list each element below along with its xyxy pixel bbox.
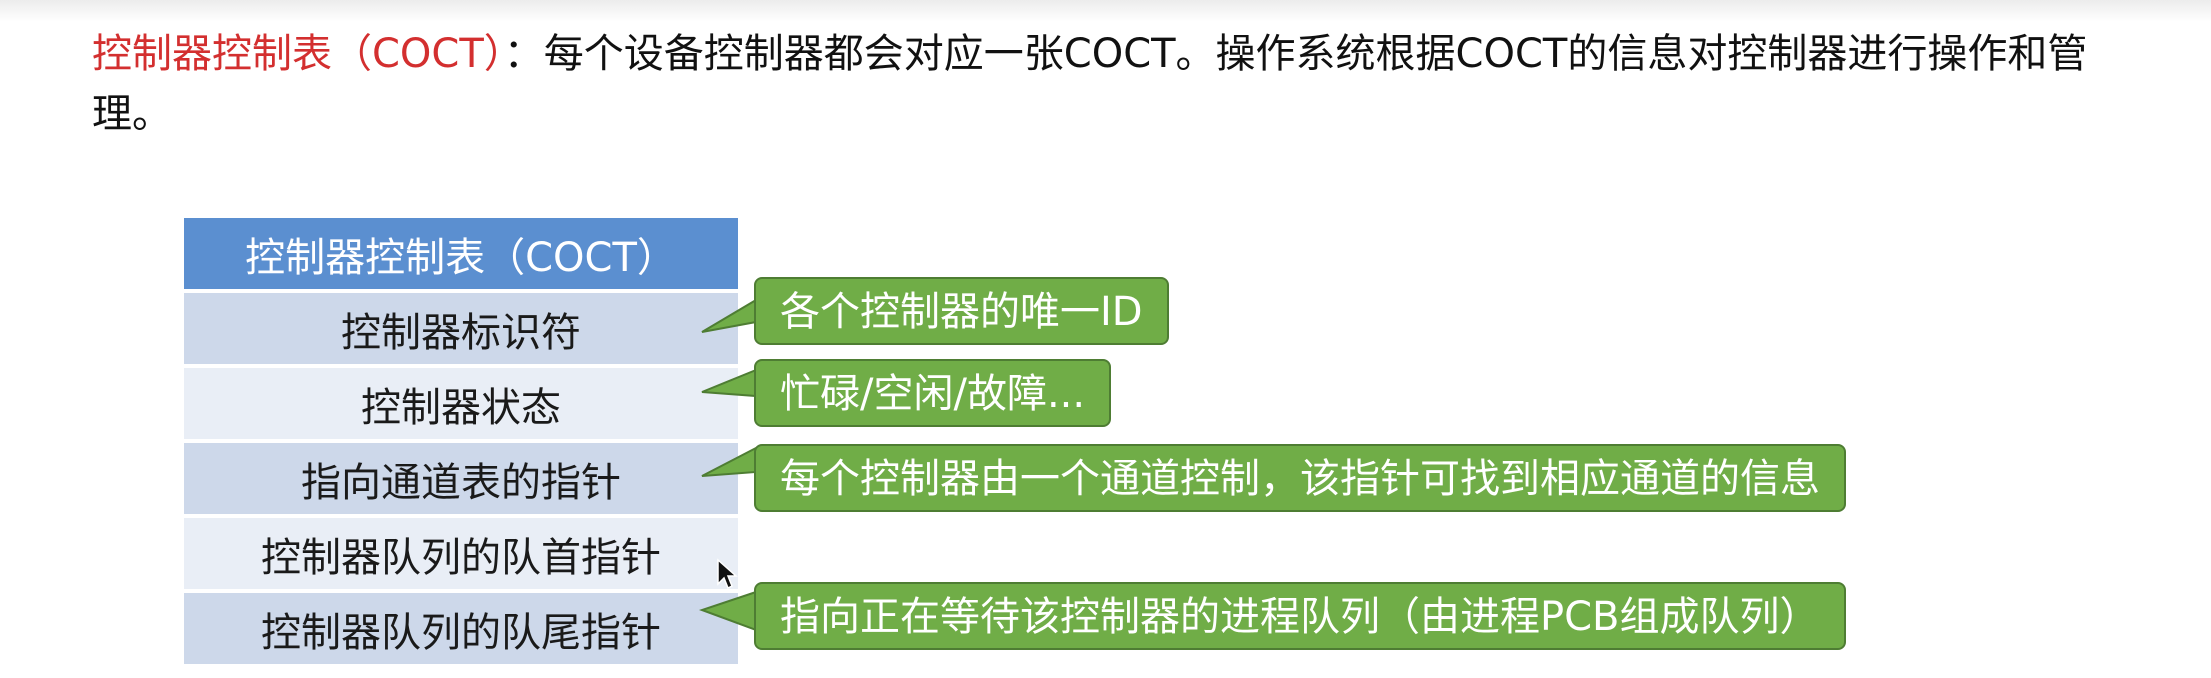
callout-pointer-4 xyxy=(698,590,757,632)
callout-unique-id: 各个控制器的唯一ID xyxy=(754,277,1169,345)
callout-channel-info: 每个控制器由一个通道控制，该指针可找到相应通道的信息 xyxy=(754,444,1846,512)
callout-pointer-3 xyxy=(701,446,757,477)
callout-status-values: 忙碌/空闲/故障... xyxy=(754,359,1112,427)
mouse-cursor-icon xyxy=(717,558,738,590)
callout-pointer-2 xyxy=(701,368,757,398)
callout-pointer-1 xyxy=(701,298,757,333)
callout-process-queue: 指向正在等待该控制器的进程队列（由进程PCB组成队列） xyxy=(754,582,1846,650)
